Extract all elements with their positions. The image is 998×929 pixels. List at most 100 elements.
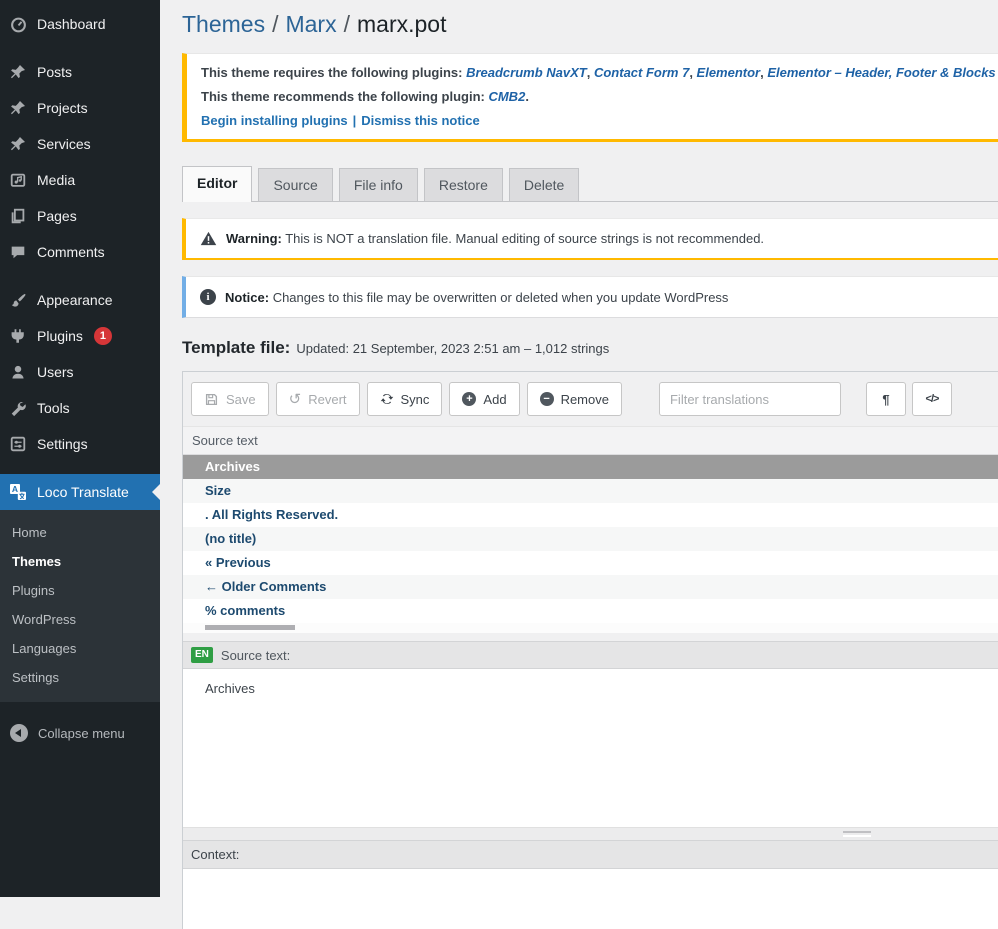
remove-label: Remove	[561, 392, 609, 407]
sidebar-item-comments[interactable]: Comments	[0, 234, 160, 270]
menu-separator	[0, 42, 160, 54]
revert-button[interactable]: ↺ Revert	[276, 382, 360, 416]
code-view-toggle-button[interactable]: </>	[912, 382, 952, 416]
invisibles-toggle-button[interactable]: ¶	[866, 382, 906, 416]
sidebar-item-tools[interactable]: Tools	[0, 390, 160, 426]
pushpin-icon	[8, 62, 28, 82]
brush-icon	[8, 290, 28, 310]
user-icon	[8, 362, 28, 382]
sidebar-item-label: Dashboard	[37, 16, 106, 32]
save-button[interactable]: Save	[191, 382, 269, 416]
sidebar-item-posts[interactable]: Posts	[0, 54, 160, 90]
sync-label: Sync	[401, 392, 430, 407]
warning-label: Warning:	[226, 231, 282, 246]
list-item[interactable]: . All Rights Reserved.	[183, 503, 998, 527]
sidebar-subitem-home[interactable]: Home	[0, 518, 160, 547]
pages-icon	[8, 206, 28, 226]
editor-toolbar: Save ↺ Revert Sync + Add − Remove ¶ </>	[183, 372, 998, 426]
add-button[interactable]: + Add	[449, 382, 519, 416]
tab-source[interactable]: Source	[258, 168, 332, 201]
notice-label: Notice:	[225, 290, 269, 305]
collapse-menu-button[interactable]: Collapse menu	[0, 716, 160, 750]
admin-sidebar: Dashboard Posts Projects Services Media …	[0, 0, 160, 897]
save-label: Save	[226, 392, 256, 407]
sidebar-item-projects[interactable]: Projects	[0, 90, 160, 126]
sidebar-item-loco-translate[interactable]: A Loco Translate	[0, 474, 160, 510]
sidebar-item-dashboard[interactable]: Dashboard	[0, 6, 160, 42]
sidebar-subitem-languages[interactable]: Languages	[0, 634, 160, 663]
required-plugins-prefix: This theme requires the following plugin…	[201, 65, 466, 80]
sidebar-item-appearance[interactable]: Appearance	[0, 282, 160, 318]
begin-installing-plugins-link[interactable]: Begin installing plugins	[201, 113, 348, 128]
sidebar-item-services[interactable]: Services	[0, 126, 160, 162]
list-item[interactable]: % comments	[183, 599, 998, 623]
tab-editor[interactable]: Editor	[182, 166, 252, 202]
warning-text: Warning: This is NOT a translation file.…	[226, 231, 764, 246]
info-circle-icon: i	[200, 289, 216, 305]
list-item[interactable]: (no title)	[183, 527, 998, 551]
action-divider: |	[353, 113, 357, 128]
media-icon	[8, 170, 28, 190]
pane-resize-strip	[183, 827, 998, 840]
menu-separator	[0, 270, 160, 282]
plugin-icon	[8, 326, 28, 346]
sidebar-subitem-wordpress[interactable]: WordPress	[0, 605, 160, 634]
list-item[interactable]: Archives	[183, 455, 998, 479]
tab-delete[interactable]: Delete	[509, 168, 579, 201]
breadcrumb-separator: /	[344, 11, 350, 37]
po-editor-panel: Save ↺ Revert Sync + Add − Remove ¶ </> …	[182, 371, 998, 929]
sidebar-item-pages[interactable]: Pages	[0, 198, 160, 234]
plugin-link-elementor-hfb[interactable]: Elementor – Header, Footer & Blocks Temp…	[767, 65, 998, 80]
minus-circle-icon: −	[540, 392, 554, 406]
warning-message: This is NOT a translation file. Manual e…	[285, 231, 764, 246]
source-text-column-header: Source text	[183, 426, 998, 455]
tab-restore[interactable]: Restore	[424, 168, 503, 201]
warning-triangle-icon	[200, 231, 217, 246]
scrollbar-thumb[interactable]	[205, 625, 295, 630]
plugin-notice-actions: Begin installing plugins | Dismiss this no…	[201, 113, 984, 128]
plugin-link-breadcrumb-navxt[interactable]: Breadcrumb NavXT	[466, 65, 587, 80]
template-file-meta: Updated: 21 September, 2023 2:51 am – 1,…	[296, 341, 609, 356]
comments-icon	[8, 242, 28, 262]
context-editor[interactable]	[183, 869, 998, 929]
sidebar-item-plugins[interactable]: Plugins 1	[0, 318, 160, 354]
plugin-link-contact-form-7[interactable]: Contact Form 7	[594, 65, 689, 80]
remove-button[interactable]: − Remove	[527, 382, 622, 416]
sidebar-item-media[interactable]: Media	[0, 162, 160, 198]
period: .	[525, 89, 529, 104]
sync-icon	[380, 392, 394, 406]
pilcrow-icon: ¶	[882, 392, 889, 407]
plugin-link-cmb2[interactable]: CMB2	[488, 89, 525, 104]
breadcrumb-link-marx[interactable]: Marx	[285, 11, 336, 37]
sidebar-subitem-settings[interactable]: Settings	[0, 663, 160, 692]
svg-text:A: A	[12, 484, 18, 494]
breadcrumb-link-themes[interactable]: Themes	[182, 11, 265, 37]
plugin-link-elementor[interactable]: Elementor	[697, 65, 761, 80]
sidebar-item-settings[interactable]: Settings	[0, 426, 160, 462]
source-string-list: Archives Size . All Rights Reserved. (no…	[183, 455, 998, 623]
sidebar-item-label: Tools	[37, 400, 70, 416]
resize-handle[interactable]	[843, 831, 871, 837]
source-text-editor[interactable]: Archives	[183, 669, 998, 827]
notice-message: Changes to this file may be overwritten …	[273, 290, 729, 305]
filter-translations-input[interactable]	[659, 382, 841, 416]
dismiss-notice-link[interactable]: Dismiss this notice	[361, 113, 479, 128]
translate-icon: A	[8, 482, 28, 502]
subitem-label: Languages	[12, 641, 76, 656]
loco-translate-submenu: Home Themes Plugins WordPress Languages …	[0, 510, 160, 702]
sidebar-item-users[interactable]: Users	[0, 354, 160, 390]
menu-separator	[0, 462, 160, 474]
list-horizontal-scrollbar	[183, 623, 998, 633]
list-item[interactable]: Size	[183, 479, 998, 503]
sidebar-subitem-themes[interactable]: Themes	[0, 547, 160, 576]
revert-icon: ↺	[289, 392, 302, 407]
add-label: Add	[483, 392, 506, 407]
panel-gap	[183, 633, 998, 641]
list-item[interactable]: « Previous	[183, 551, 998, 575]
list-item[interactable]: ← Older Comments	[183, 575, 998, 599]
subitem-label: Themes	[12, 554, 61, 569]
subitem-label: WordPress	[12, 612, 76, 627]
sidebar-subitem-plugins[interactable]: Plugins	[0, 576, 160, 605]
sync-button[interactable]: Sync	[367, 382, 443, 416]
tab-file-info[interactable]: File info	[339, 168, 418, 201]
